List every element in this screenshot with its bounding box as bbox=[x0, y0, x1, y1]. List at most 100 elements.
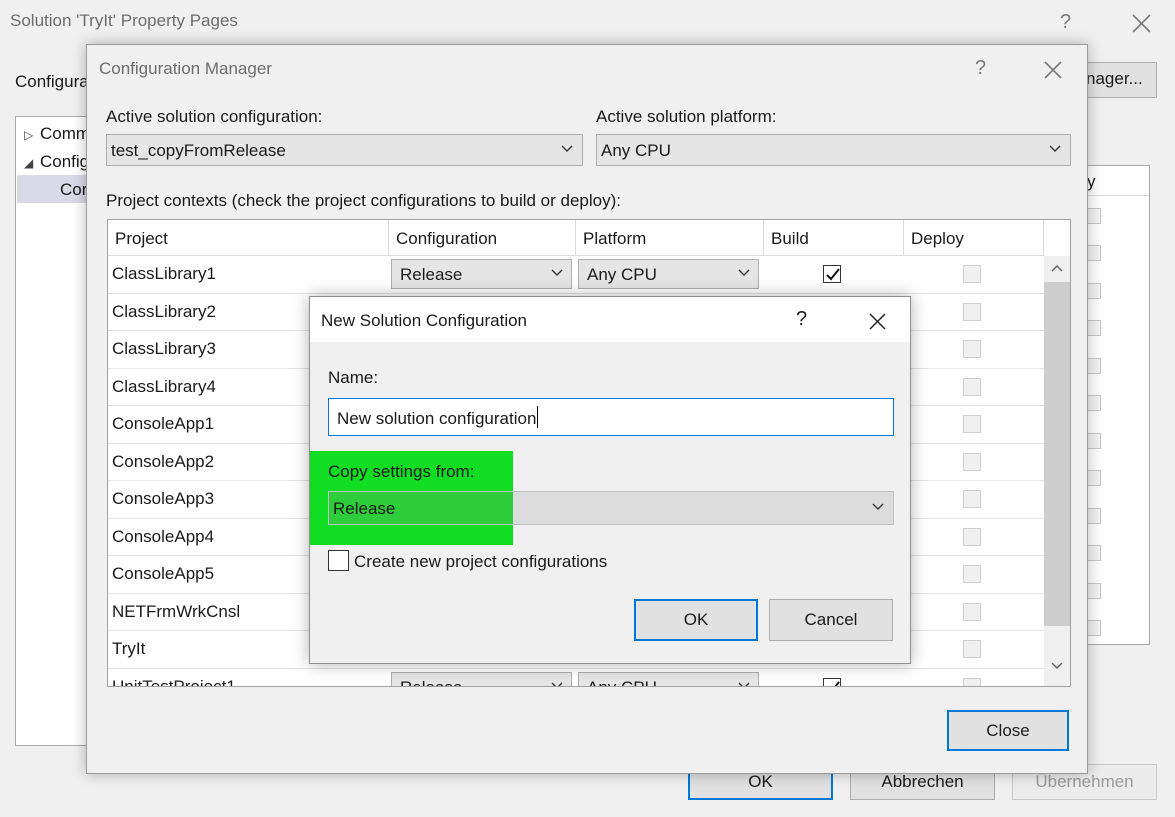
property-tree: ▷ Comm ◢ Config Cor bbox=[15, 116, 90, 746]
property-pages-title: Solution 'TryIt' Property Pages bbox=[10, 11, 238, 30]
deploy-checkbox[interactable] bbox=[963, 602, 981, 621]
active-config-combo[interactable]: test_copyFromRelease bbox=[106, 134, 583, 166]
chevron-down-icon bbox=[561, 145, 573, 152]
name-label: Name: bbox=[328, 368, 379, 387]
deploy-checkbox[interactable] bbox=[963, 340, 981, 358]
deploy-checkbox[interactable] bbox=[1086, 320, 1101, 336]
vertical-scrollbar[interactable] bbox=[1044, 256, 1070, 686]
column-header-configuration[interactable]: Configuration bbox=[389, 220, 576, 256]
configuration-value: Release bbox=[400, 677, 463, 687]
column-header-build[interactable]: Build bbox=[764, 220, 904, 256]
project-name: ConsoleApp4 bbox=[112, 526, 215, 546]
tree-item-label: Config bbox=[40, 152, 90, 171]
platform-value: Any CPU bbox=[587, 265, 657, 284]
scrollbar-thumb[interactable] bbox=[1044, 282, 1070, 626]
build-checkbox[interactable] bbox=[823, 265, 841, 283]
deploy-checkbox[interactable] bbox=[1086, 358, 1101, 374]
project-name: UnitTestProject1 bbox=[112, 676, 236, 687]
deploy-checkbox[interactable] bbox=[963, 377, 981, 396]
project-name: ConsoleApp5 bbox=[112, 564, 215, 583]
tree-item-configuration-child[interactable]: Cor bbox=[60, 180, 87, 200]
cancel-button[interactable]: Cancel bbox=[769, 599, 893, 641]
project-contexts-label: Project contexts (check the project conf… bbox=[106, 191, 621, 210]
deploy-checkbox[interactable] bbox=[1086, 508, 1101, 524]
deploy-checkbox[interactable] bbox=[963, 302, 981, 321]
project-name: ConsoleApp1 bbox=[112, 414, 215, 433]
column-header-deploy[interactable]: Deploy bbox=[904, 220, 1044, 256]
close-icon[interactable] bbox=[864, 308, 892, 341]
project-name: TryIt bbox=[112, 639, 146, 658]
configuration-combo[interactable]: Release bbox=[391, 671, 572, 687]
deploy-checkbox[interactable] bbox=[1086, 395, 1101, 411]
deploy-checkbox[interactable] bbox=[963, 527, 981, 546]
deploy-checkbox[interactable] bbox=[1086, 545, 1101, 561]
chevron-down-icon bbox=[551, 682, 563, 686]
copy-settings-value: Release bbox=[333, 499, 396, 518]
checkmark-icon bbox=[834, 680, 840, 686]
scroll-up-icon[interactable] bbox=[1050, 262, 1064, 274]
chevron-down-icon bbox=[551, 269, 563, 276]
tree-expand-icon[interactable]: ▷ bbox=[24, 128, 40, 142]
deploy-checkbox[interactable] bbox=[1086, 470, 1101, 486]
deploy-checkbox[interactable] bbox=[963, 490, 981, 508]
create-project-configs-label[interactable]: Create new project configurations bbox=[354, 552, 607, 572]
text-caret bbox=[537, 406, 539, 428]
deploy-checkbox[interactable] bbox=[963, 265, 981, 283]
dialog-title: Configuration Manager bbox=[99, 59, 272, 78]
scroll-down-icon[interactable] bbox=[1050, 660, 1064, 672]
new-solution-configuration-dialog: New Solution Configuration ? Name: New s… bbox=[309, 296, 911, 664]
tree-item-label: Cor bbox=[60, 180, 88, 199]
chevron-down-icon bbox=[738, 269, 750, 276]
deploy-checkbox[interactable] bbox=[1086, 245, 1101, 261]
build-checkbox[interactable] bbox=[823, 677, 841, 686]
create-project-configs-checkbox[interactable] bbox=[328, 550, 349, 571]
deploy-checkbox[interactable] bbox=[1086, 433, 1101, 449]
platform-combo[interactable]: Any CPU bbox=[578, 259, 759, 289]
tree-item-label: Comm bbox=[40, 124, 91, 143]
column-header-project[interactable]: Project bbox=[108, 220, 389, 256]
close-icon[interactable] bbox=[1128, 10, 1156, 38]
deploy-checkbox[interactable] bbox=[963, 640, 981, 658]
deploy-checkbox[interactable] bbox=[963, 565, 981, 583]
configuration-value: Release bbox=[400, 265, 463, 284]
name-input-value: New solution configuration bbox=[337, 409, 537, 428]
close-button[interactable]: Close bbox=[947, 710, 1069, 751]
help-icon[interactable]: ? bbox=[975, 58, 986, 78]
deploy-checkbox[interactable] bbox=[1086, 620, 1101, 636]
project-name: ClassLibrary3 bbox=[112, 339, 216, 358]
deploy-checkbox[interactable] bbox=[1086, 208, 1101, 224]
active-platform-value: Any CPU bbox=[601, 141, 671, 160]
deploy-checkbox[interactable] bbox=[963, 415, 981, 433]
deploy-checkbox[interactable] bbox=[963, 677, 981, 686]
active-platform-combo[interactable]: Any CPU bbox=[596, 134, 1071, 166]
configuration-label: Configura bbox=[15, 72, 89, 91]
active-config-label: Active solution configuration: bbox=[106, 107, 323, 126]
project-name: ConsoleApp3 bbox=[112, 489, 215, 508]
project-name: ClassLibrary4 bbox=[112, 376, 216, 396]
deploy-checkbox[interactable] bbox=[1086, 583, 1101, 599]
tree-item-configuration[interactable]: ◢ Config bbox=[24, 152, 89, 172]
project-name: ClassLibrary1 bbox=[112, 264, 216, 283]
active-config-value: test_copyFromRelease bbox=[111, 141, 286, 160]
chevron-down-icon bbox=[872, 503, 884, 510]
close-icon[interactable] bbox=[1039, 56, 1067, 89]
help-icon[interactable]: ? bbox=[1060, 12, 1071, 32]
ok-button[interactable]: OK bbox=[634, 599, 758, 641]
configuration-combo[interactable]: Release bbox=[391, 259, 572, 289]
name-input[interactable]: New solution configuration bbox=[328, 398, 894, 436]
table-row[interactable]: UnitTestProject1 Release Any CPU bbox=[108, 669, 1044, 687]
platform-combo[interactable]: Any CPU bbox=[578, 671, 759, 686]
deploy-checkbox[interactable] bbox=[963, 452, 981, 471]
project-name: ClassLibrary2 bbox=[112, 301, 216, 321]
copy-settings-combo[interactable]: Release bbox=[328, 491, 894, 525]
project-name: NETFrmWrkCnsl bbox=[112, 601, 241, 621]
column-header-platform[interactable]: Platform bbox=[576, 220, 764, 256]
tree-collapse-icon[interactable]: ◢ bbox=[24, 156, 40, 170]
project-name: ConsoleApp2 bbox=[112, 451, 215, 471]
table-row[interactable]: ClassLibrary1 Release Any CPU bbox=[108, 256, 1044, 294]
help-icon[interactable]: ? bbox=[796, 309, 807, 329]
dialog-title: New Solution Configuration bbox=[321, 311, 528, 330]
tree-item-common[interactable]: ▷ Comm bbox=[24, 124, 90, 144]
checkmark-icon bbox=[826, 268, 840, 281]
deploy-checkbox[interactable] bbox=[1086, 283, 1101, 299]
